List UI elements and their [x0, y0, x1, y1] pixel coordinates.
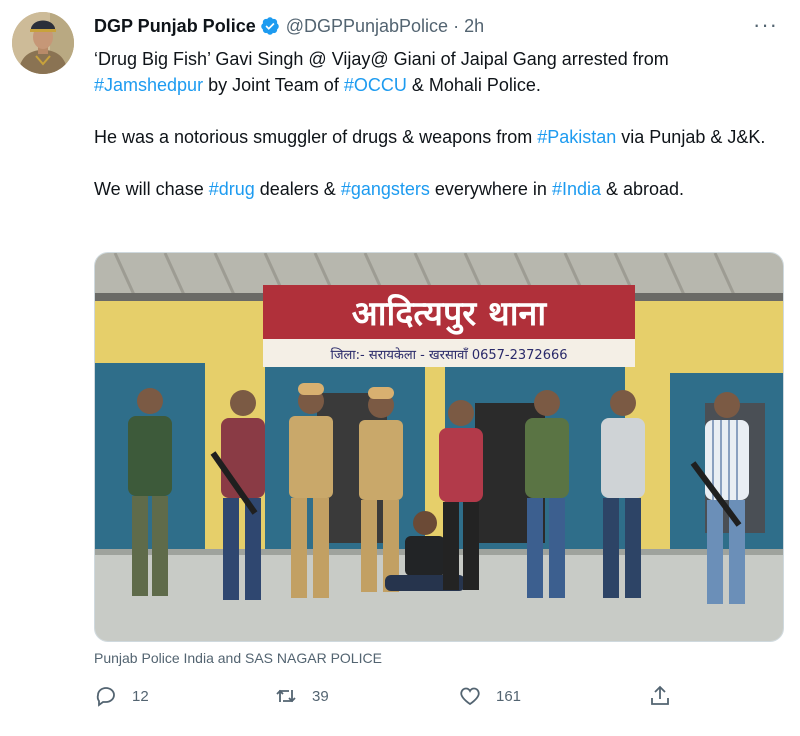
text-segment: ‘Drug Big Fish’ Gavi Singh @ Vijay@ Gian… [94, 49, 669, 69]
station-sign-title: आदित्यपुर थाना [352, 293, 548, 335]
tweet-header: DGP Punjab Police @DGPPunjabPolice · 2h [94, 14, 484, 38]
like-button[interactable]: 161 [458, 684, 521, 708]
reply-button[interactable]: 12 [94, 684, 149, 708]
media-caption[interactable]: Punjab Police India and SAS NAGAR POLICE [94, 650, 382, 666]
author-handle[interactable]: @DGPPunjabPolice [286, 16, 448, 37]
hashtag-jamshedpur[interactable]: #Jamshedpur [94, 75, 203, 95]
tweet: DGP Punjab Police @DGPPunjabPolice · 2h … [0, 0, 800, 736]
hashtag-occu[interactable]: #OCCU [344, 75, 407, 95]
retweet-count: 39 [312, 687, 329, 705]
text-segment: He was a notorious smuggler of drugs & w… [94, 127, 538, 147]
police-station-photo: आदित्यपुर थाना जिला:- सरायकेला - खरसावाँ… [95, 253, 783, 641]
more-options-button[interactable]: ··· [753, 12, 778, 38]
text-segment: by Joint Team of [203, 75, 344, 95]
hashtag-pakistan[interactable]: #Pakistan [537, 127, 616, 147]
hashtag-gangsters[interactable]: #gangsters [341, 179, 430, 199]
tweet-timestamp[interactable]: 2h [464, 16, 484, 37]
hashtag-drug[interactable]: #drug [209, 179, 255, 199]
share-icon [651, 685, 669, 705]
avatar-photo [12, 12, 74, 74]
tweet-text: ‘Drug Big Fish’ Gavi Singh @ Vijay@ Gian… [94, 46, 774, 228]
text-segment: everywhere in [429, 179, 552, 199]
text-segment: dealers & [254, 179, 341, 199]
station-sign-subtitle: जिला:- सरायकेला - खरसावाँ 0657-2372666 [330, 347, 567, 363]
like-count: 161 [496, 687, 522, 705]
share-button[interactable] [648, 684, 686, 708]
tweet-actions: 12 39 161 [94, 684, 684, 714]
text-segment: We will chase [94, 179, 209, 199]
separator-dot: · [453, 15, 460, 36]
retweet-icon [276, 689, 296, 703]
heart-icon [460, 687, 480, 706]
avatar[interactable] [12, 12, 74, 74]
tweet-media-photo[interactable]: आदित्यपुर थाना जिला:- सरायकेला - खरसावाँ… [94, 252, 784, 642]
hashtag-india[interactable]: #India [552, 179, 601, 199]
text-segment: & Mohali Police. [406, 75, 541, 95]
retweet-button[interactable]: 39 [274, 684, 329, 708]
author-display-name[interactable]: DGP Punjab Police [94, 16, 256, 37]
tweet-paragraph: He was a notorious smuggler of drugs & w… [94, 124, 774, 150]
reply-count: 12 [132, 687, 149, 705]
verified-badge-icon [260, 17, 279, 35]
tweet-paragraph: We will chase #drug dealers & #gangsters… [94, 176, 774, 202]
reply-icon [96, 687, 115, 707]
text-segment: via Punjab & J&K. [616, 127, 766, 147]
tweet-paragraph: ‘Drug Big Fish’ Gavi Singh @ Vijay@ Gian… [94, 46, 774, 98]
text-segment: & abroad. [600, 179, 685, 199]
